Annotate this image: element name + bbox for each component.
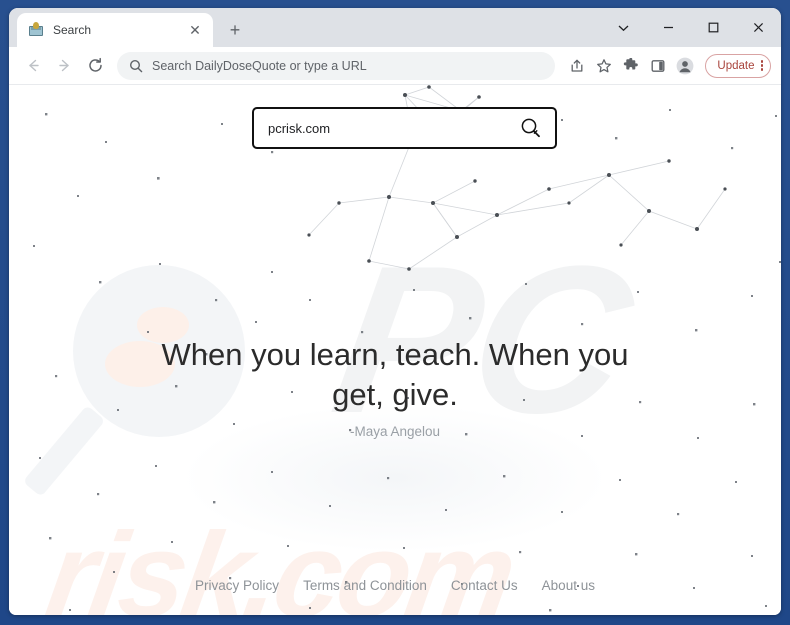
footer-links: Privacy Policy Terms and Condition Conta… <box>9 578 781 593</box>
site-search-input[interactable] <box>268 120 516 136</box>
quote-text: When you learn, teach. When you get, giv… <box>161 337 629 412</box>
tab-search-chevron-down-icon[interactable] <box>601 8 646 47</box>
share-icon[interactable] <box>564 53 590 79</box>
footer-link-about-us[interactable]: About us <box>542 578 595 593</box>
tab-title: Search <box>53 23 92 37</box>
site-search-box[interactable] <box>252 107 557 149</box>
os-window-frame: Search ✕ + Search DailyDoseQuote or type… <box>0 0 790 625</box>
chrome-menu-icon[interactable] <box>759 60 763 71</box>
browser-tab-search[interactable]: Search ✕ <box>17 13 213 47</box>
minimize-icon[interactable] <box>646 8 691 47</box>
update-button-label: Update <box>717 59 755 72</box>
address-bar-input[interactable] <box>152 58 544 73</box>
quote-author: -Maya Angelou <box>349 423 441 439</box>
quote-block: When you learn, teach. When you get, giv… <box>9 335 781 439</box>
new-tab-button[interactable]: + <box>221 16 249 44</box>
forward-button-icon[interactable] <box>49 51 79 81</box>
page-content: PC risk.com pcrisk.com When you learn, t… <box>9 85 781 615</box>
footer-link-terms-and-condition[interactable]: Terms and Condition <box>303 578 427 593</box>
profile-avatar-icon[interactable] <box>672 53 698 79</box>
window-controls <box>601 8 781 47</box>
side-panel-icon[interactable] <box>645 53 671 79</box>
browser-toolbar: Update <box>9 47 781 85</box>
close-window-icon[interactable] <box>736 8 781 47</box>
search-icon <box>129 59 143 73</box>
browser-window: Search ✕ + Search DailyDoseQuote or type… <box>9 8 781 615</box>
back-button-icon[interactable] <box>18 51 48 81</box>
update-button[interactable]: Update <box>705 53 771 78</box>
maximize-icon[interactable] <box>691 8 736 47</box>
reload-button-icon[interactable] <box>80 51 110 81</box>
extensions-puzzle-icon[interactable] <box>618 53 644 79</box>
bookmark-star-icon[interactable] <box>591 53 617 79</box>
magnifier-icon[interactable] <box>516 113 546 143</box>
address-bar[interactable] <box>117 51 556 80</box>
tab-favicon-icon <box>28 22 44 38</box>
footer-link-contact-us[interactable]: Contact Us <box>451 578 518 593</box>
footer-link-privacy-policy[interactable]: Privacy Policy <box>195 578 279 593</box>
tab-close-icon[interactable]: ✕ <box>185 20 205 40</box>
tab-strip: Search ✕ + <box>9 8 781 47</box>
